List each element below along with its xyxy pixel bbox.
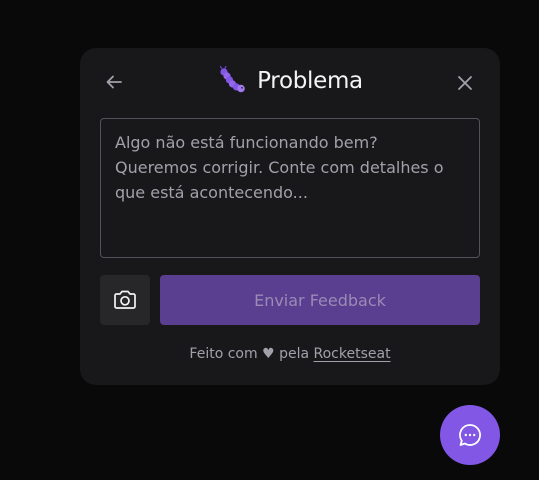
widget-footer: Feito com ♥ pela Rocketseat (80, 346, 500, 362)
close-icon (458, 76, 472, 90)
widget-title: Problema (80, 66, 500, 96)
submit-feedback-button[interactable]: Enviar Feedback (160, 275, 480, 325)
feedback-widget: Problema Enviar Feedback Feito com ♥ pel… (80, 48, 500, 385)
camera-icon (114, 290, 136, 309)
open-feedback-button[interactable] (440, 405, 500, 465)
chat-bubble-icon (459, 424, 481, 446)
rocketseat-link[interactable]: Rocketseat (314, 346, 391, 362)
close-button[interactable] (454, 72, 476, 94)
widget-title-text: Problema (257, 68, 363, 94)
caterpillar-bug-icon (220, 66, 245, 93)
footer-middle: pela (279, 346, 310, 362)
footer-prefix: Feito com (189, 346, 258, 362)
feedback-textarea[interactable] (100, 118, 480, 258)
take-screenshot-button[interactable] (100, 275, 150, 325)
heart-icon: ♥ (262, 346, 275, 362)
widget-header: Problema (80, 48, 500, 120)
